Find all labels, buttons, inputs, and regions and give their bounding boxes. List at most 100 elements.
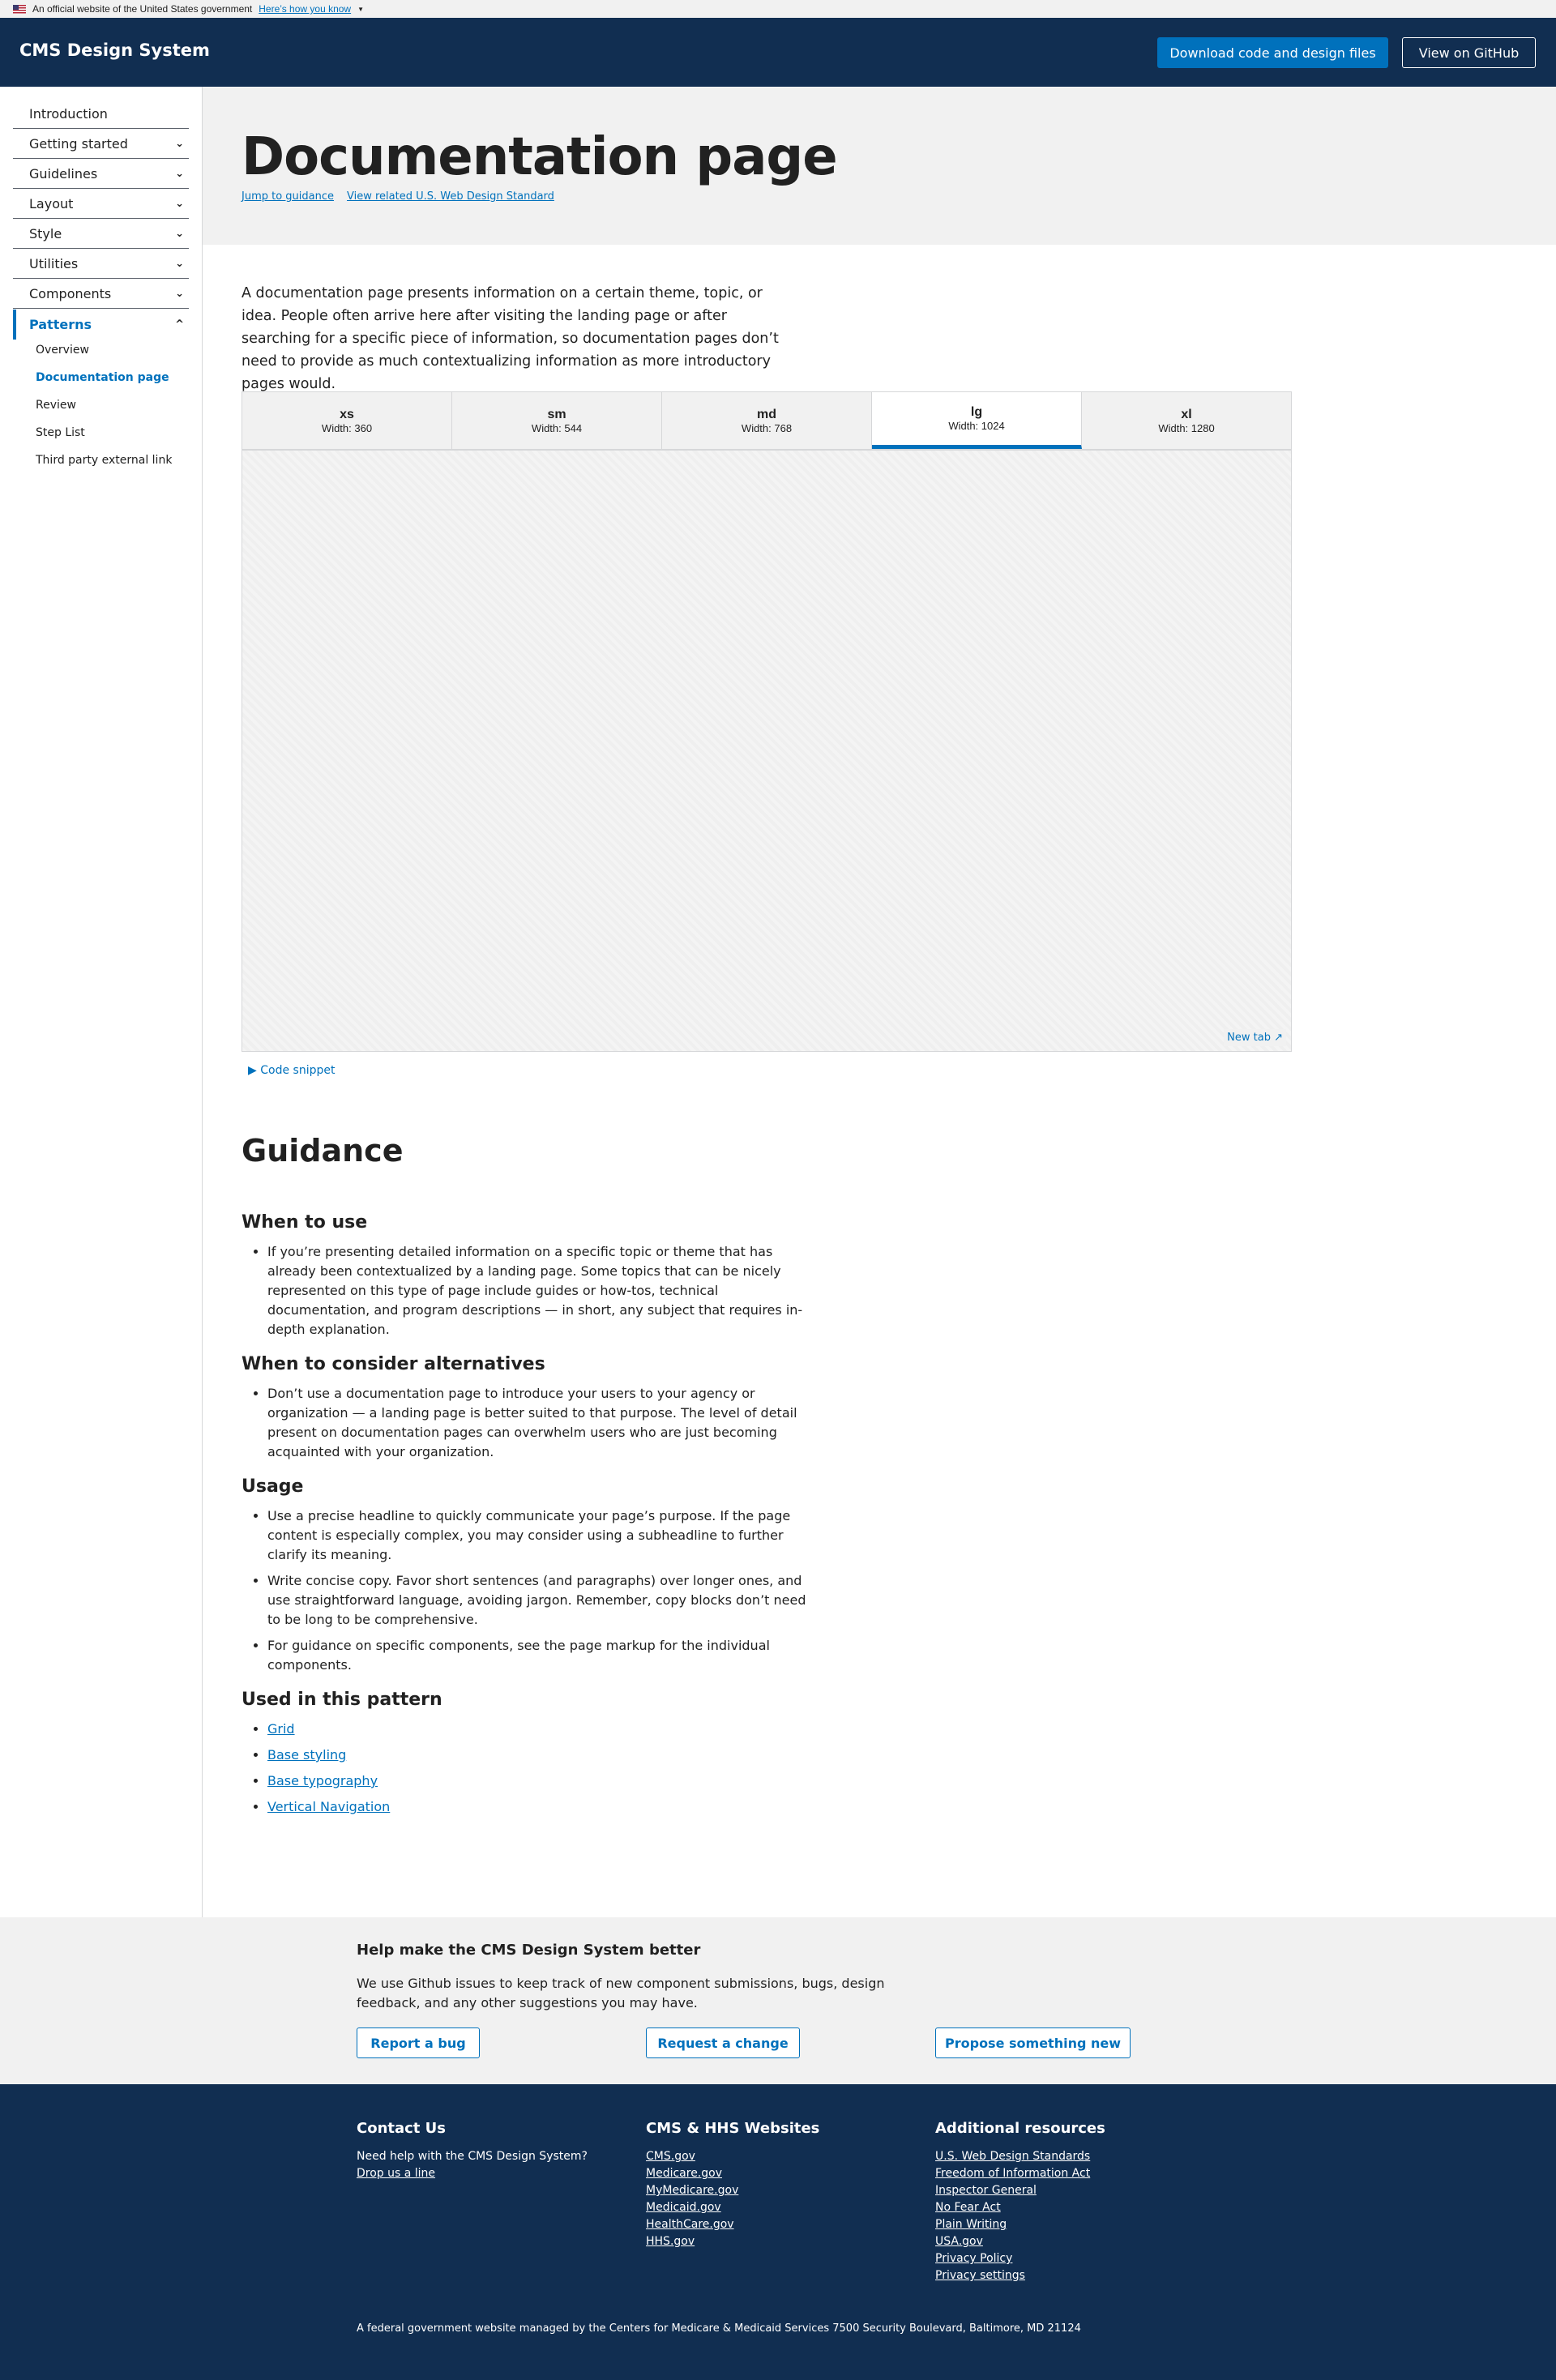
sidebar-item-introduction[interactable]: Introduction xyxy=(13,99,189,129)
chevron-down-icon: ▼ xyxy=(357,5,365,13)
feedback-section: Help make the CMS Design System better W… xyxy=(0,1917,1556,2084)
link-grid[interactable]: Grid xyxy=(267,1721,295,1737)
banner-text: An official website of the United States… xyxy=(32,3,253,15)
heres-how-you-know-link[interactable]: Here’s how you know xyxy=(259,3,351,15)
us-flag-icon xyxy=(13,4,26,14)
footer-link[interactable]: Medicaid.gov xyxy=(646,2199,819,2216)
intro-paragraph: A documentation page presents informatio… xyxy=(242,285,779,392)
report-bug-button[interactable]: Report a bug xyxy=(357,2027,480,2058)
list-item: Use a precise headline to quickly commun… xyxy=(267,1506,809,1565)
footer-link[interactable]: USA.gov xyxy=(935,2233,1105,2250)
propose-new-button[interactable]: Propose something new xyxy=(935,2027,1131,2058)
contact-heading: Contact Us xyxy=(357,2120,447,2137)
code-snippet-toggle[interactable]: ▶ Code snippet xyxy=(248,1064,335,1077)
footer-link[interactable]: Inspector General xyxy=(935,2182,1105,2199)
request-change-button[interactable]: Request a change xyxy=(646,2027,800,2058)
tab-width: Width: 544 xyxy=(531,421,583,434)
sidebar-item-layout[interactable]: Layout ⌄ xyxy=(13,189,189,219)
tab-sm[interactable]: sm Width: 544 xyxy=(452,392,662,449)
guidance-heading: Guidance xyxy=(242,1133,404,1169)
tab-xs[interactable]: xs Width: 360 xyxy=(242,392,452,449)
footer-link[interactable]: HHS.gov xyxy=(646,2233,819,2250)
sidebar-subitem-third-party-link[interactable]: Third party external link xyxy=(36,454,172,467)
github-button[interactable]: View on GitHub xyxy=(1402,37,1536,68)
tab-name: lg xyxy=(970,405,983,419)
footer-link[interactable]: Plain Writing xyxy=(935,2216,1105,2233)
footer-cms-sites: CMS & HHS Websites CMS.gov Medicare.gov … xyxy=(646,2120,819,2250)
footer-resources: Additional resources U.S. Web Design Sta… xyxy=(935,2120,1105,2284)
tab-name: md xyxy=(757,407,776,421)
footer-link[interactable]: No Fear Act xyxy=(935,2199,1105,2216)
label: Getting started xyxy=(29,135,128,152)
tab-name: xl xyxy=(1181,407,1192,421)
sidebar-subitem-documentation-page[interactable]: Documentation page xyxy=(36,371,169,384)
chevron-down-icon: ⌄ xyxy=(175,197,184,210)
label: Layout xyxy=(29,195,74,212)
responsive-preview: xs Width: 360 sm Width: 544 md Width: 768 l… xyxy=(242,391,1292,1052)
page-hero: Documentation page Jump to guidance View… xyxy=(203,87,1556,245)
footer-link[interactable]: MyMedicare.gov xyxy=(646,2182,819,2199)
site-logo[interactable]: CMS Design System xyxy=(19,41,210,60)
footer-link[interactable]: U.S. Web Design Standards xyxy=(935,2148,1105,2165)
new-tab-link[interactable]: New tab ↗ xyxy=(1224,1029,1286,1046)
alternatives-heading: When to consider alternatives xyxy=(242,1354,545,1374)
drop-us-a-line-link[interactable]: Drop us a line xyxy=(357,2165,588,2182)
page-title: Documentation page xyxy=(242,127,838,187)
label: Patterns xyxy=(29,317,92,332)
guidance-section: When to use If you’re presenting detaile… xyxy=(242,1212,809,1823)
footer-bottom-text: A federal government website managed by … xyxy=(357,2322,1081,2335)
list-item: Write concise copy. Favor short sentence… xyxy=(267,1571,809,1630)
sidebar-item-components[interactable]: Components ⌄ xyxy=(13,279,189,309)
download-button[interactable]: Download code and design files xyxy=(1157,37,1388,68)
footer-link[interactable]: Medicare.gov xyxy=(646,2165,819,2182)
cms-heading: CMS & HHS Websites xyxy=(646,2120,820,2137)
footer-link[interactable]: Privacy settings xyxy=(935,2267,1105,2284)
tab-md[interactable]: md Width: 768 xyxy=(662,392,872,449)
chevron-down-icon: ⌄ xyxy=(175,167,184,180)
footer-contact: Contact Us Need help with the CMS Design… xyxy=(357,2120,588,2182)
list-item: Don’t use a documentation page to introd… xyxy=(267,1384,809,1462)
link-vertical-navigation[interactable]: Vertical Navigation xyxy=(267,1799,390,1814)
sidebar-nav: Introduction Getting started ⌄ Guidelines… xyxy=(0,87,203,1917)
new-tab-label: New tab xyxy=(1227,1032,1271,1044)
footer-link[interactable]: Privacy Policy xyxy=(935,2250,1105,2267)
sidebar-item-getting-started[interactable]: Getting started ⌄ xyxy=(13,129,189,159)
tab-width: Width: 360 xyxy=(321,421,373,434)
tab-xl[interactable]: xl Width: 1280 xyxy=(1082,392,1291,449)
label: Utilities xyxy=(29,255,79,271)
sidebar-subitem-review[interactable]: Review xyxy=(36,399,76,412)
footer-link[interactable]: HealthCare.gov xyxy=(646,2216,819,2233)
label: Style xyxy=(29,225,62,241)
jump-to-guidance-link[interactable]: Jump to guidance xyxy=(242,190,334,203)
uswds-link[interactable]: View related U.S. Web Design Standard xyxy=(347,190,554,203)
contact-text: Need help with the CMS Design System? xyxy=(357,2150,588,2163)
tab-lg[interactable]: lg Width: 1024 xyxy=(872,392,1082,449)
sidebar-item-guidelines[interactable]: Guidelines ⌄ xyxy=(13,159,189,189)
list-item: For guidance on specific components, see… xyxy=(267,1636,809,1675)
label: Components xyxy=(29,285,112,301)
tab-width: Width: 1280 xyxy=(1158,421,1215,434)
sidebar-subitem-overview[interactable]: Overview xyxy=(36,344,89,357)
feedback-heading: Help make the CMS Design System better xyxy=(357,1942,701,1959)
code-snippet-label: Code snippet xyxy=(260,1064,336,1077)
label: Guidelines xyxy=(29,165,98,182)
sidebar-item-style[interactable]: Style ⌄ xyxy=(13,219,189,249)
chevron-down-icon: ⌄ xyxy=(175,227,184,240)
link-base-styling[interactable]: Base styling xyxy=(267,1747,346,1763)
used-in-pattern-heading: Used in this pattern xyxy=(242,1690,442,1710)
sidebar-item-patterns[interactable]: Patterns ^ xyxy=(13,310,189,340)
tab-name: xs xyxy=(340,407,354,421)
triangle-right-icon: ▶ xyxy=(248,1064,257,1077)
site-footer: Contact Us Need help with the CMS Design… xyxy=(0,2084,1556,2380)
footer-link[interactable]: CMS.gov xyxy=(646,2148,819,2165)
gov-banner: An official website of the United States… xyxy=(0,0,1556,18)
sidebar-item-utilities[interactable]: Utilities ⌄ xyxy=(13,249,189,279)
usage-heading: Usage xyxy=(242,1476,304,1497)
link-base-typography[interactable]: Base typography xyxy=(267,1773,378,1788)
breakpoint-tabs: xs Width: 360 sm Width: 544 md Width: 768 l… xyxy=(242,392,1291,451)
external-link-icon: ↗ xyxy=(1274,1032,1283,1044)
footer-link[interactable]: Freedom of Information Act xyxy=(935,2165,1105,2182)
sidebar-subitem-step-list[interactable]: Step List xyxy=(36,426,85,439)
label: Introduction xyxy=(29,105,108,122)
resources-heading: Additional resources xyxy=(935,2120,1105,2137)
